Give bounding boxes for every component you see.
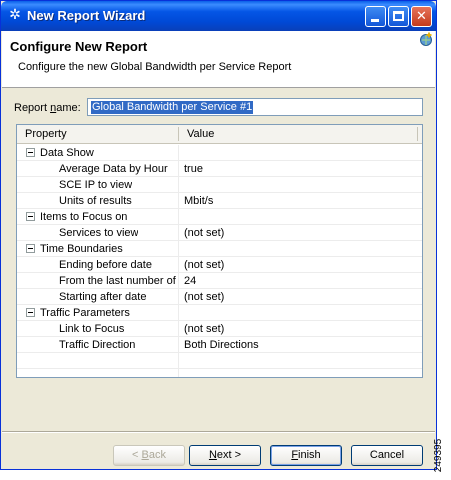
property-value[interactable]: (not set): [184, 323, 224, 335]
property-value[interactable]: (not set): [184, 259, 224, 271]
property-name: Ending before date: [59, 259, 152, 271]
cell-divider: [178, 209, 179, 225]
window-title: New Report Wizard: [27, 8, 146, 23]
group-row[interactable]: Data Show: [17, 145, 422, 161]
cell-divider: [178, 241, 179, 257]
group-row[interactable]: Time Boundaries: [17, 241, 422, 257]
group-label: Time Boundaries: [40, 243, 123, 255]
table-row[interactable]: Units of results Mbit/s: [17, 193, 422, 209]
column-header-value[interactable]: Value: [187, 128, 214, 140]
finish-button[interactable]: Finish: [270, 445, 342, 466]
property-value[interactable]: Both Directions: [184, 339, 259, 351]
figure-id: 249395: [433, 438, 445, 473]
minimize-button[interactable]: [365, 6, 386, 27]
cell-divider: [178, 161, 179, 177]
table-row[interactable]: [17, 369, 422, 377]
property-value[interactable]: (not set): [184, 291, 224, 303]
column-divider[interactable]: [178, 127, 179, 141]
group-label: Traffic Parameters: [40, 307, 130, 319]
cell-divider: [178, 225, 179, 241]
group-label: Items to Focus on: [40, 211, 128, 223]
title-bar[interactable]: ✲ New Report Wizard ✕: [1, 1, 436, 31]
page-title: Configure New Report: [10, 39, 148, 54]
close-icon: ✕: [416, 9, 427, 24]
report-name-label: Report name:: [14, 102, 81, 114]
table-row[interactable]: SCE IP to view: [17, 177, 422, 193]
table-row[interactable]: Traffic Direction Both Directions: [17, 337, 422, 353]
next-button[interactable]: Next >: [189, 445, 261, 466]
cell-divider: [178, 353, 179, 369]
maximize-button[interactable]: [388, 6, 409, 27]
wizard-add-icon: [420, 32, 432, 46]
group-label: Data Show: [40, 147, 94, 159]
app-icon: ✲: [9, 7, 21, 23]
column-divider[interactable]: [417, 127, 418, 141]
maximize-icon: [393, 11, 404, 21]
back-button[interactable]: < Back: [113, 445, 185, 466]
property-name: Link to Focus: [59, 323, 125, 335]
wizard-header: Configure New Report Configure the new G…: [2, 31, 435, 88]
cell-divider: [178, 257, 179, 273]
table-row[interactable]: Link to Focus (not set): [17, 321, 422, 337]
property-name: From the last number of: [59, 275, 176, 287]
property-value[interactable]: (not set): [184, 227, 224, 239]
cell-divider: [178, 369, 179, 377]
property-value[interactable]: Mbit/s: [184, 195, 213, 207]
minimize-icon: [371, 19, 379, 22]
cell-divider: [178, 193, 179, 209]
property-name: Average Data by Hour: [59, 163, 168, 175]
cell-divider: [178, 337, 179, 353]
group-row[interactable]: Items to Focus on: [17, 209, 422, 225]
report-name-value[interactable]: Global Bandwidth per Service #1: [91, 101, 254, 114]
table-row[interactable]: [17, 353, 422, 369]
close-button[interactable]: ✕: [411, 6, 432, 27]
collapse-icon[interactable]: [26, 212, 35, 221]
table-row[interactable]: Ending before date (not set): [17, 257, 422, 273]
collapse-icon[interactable]: [26, 148, 35, 157]
property-name: SCE IP to view: [59, 179, 133, 191]
page-description: Configure the new Global Bandwidth per S…: [18, 61, 292, 73]
table-row[interactable]: Services to view (not set): [17, 225, 422, 241]
group-row[interactable]: Traffic Parameters: [17, 305, 422, 321]
cell-divider: [178, 145, 179, 161]
properties-table[interactable]: Property Value Data Show Average Data by …: [16, 124, 423, 378]
cell-divider: [178, 273, 179, 289]
table-row[interactable]: From the last number of 24: [17, 273, 422, 289]
footer-divider: [2, 431, 435, 433]
report-name-field[interactable]: Global Bandwidth per Service #1: [87, 98, 423, 116]
collapse-icon[interactable]: [26, 308, 35, 317]
property-name: Services to view: [59, 227, 139, 239]
property-name: Traffic Direction: [59, 339, 136, 351]
wizard-window: ✲ New Report Wizard ✕ Configure New Repo…: [0, 0, 437, 470]
collapse-icon[interactable]: [26, 244, 35, 253]
property-name: Units of results: [59, 195, 132, 207]
column-header-property[interactable]: Property: [25, 128, 67, 140]
property-value[interactable]: true: [184, 163, 203, 175]
cell-divider: [178, 321, 179, 337]
table-row[interactable]: Average Data by Hour true: [17, 161, 422, 177]
property-value[interactable]: 24: [184, 275, 196, 287]
cell-divider: [178, 177, 179, 193]
property-name: Starting after date: [59, 291, 147, 303]
cancel-button[interactable]: Cancel: [351, 445, 423, 466]
cell-divider: [178, 289, 179, 305]
cell-divider: [178, 305, 179, 321]
table-row[interactable]: Starting after date (not set): [17, 289, 422, 305]
table-header: Property Value: [17, 125, 422, 144]
